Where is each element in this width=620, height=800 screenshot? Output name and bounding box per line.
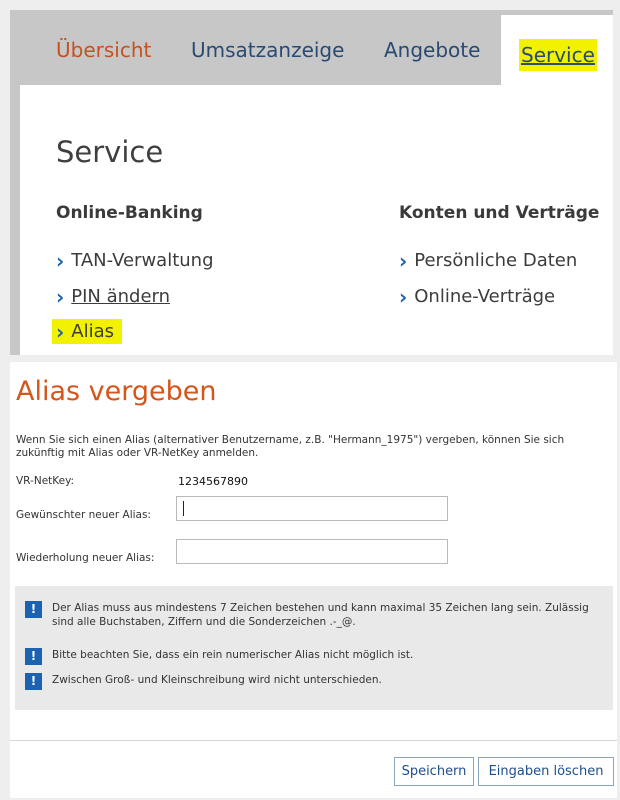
link-label: TAN-Verwaltung bbox=[71, 250, 214, 271]
info-text: Bitte beachten Sie, dass ein rein numeri… bbox=[52, 649, 414, 661]
chevron-right-icon: › bbox=[56, 284, 65, 309]
repeat-alias-label: Wiederholung neuer Alias: bbox=[16, 552, 155, 564]
info-box: ! Der Alias muss aus mindestens 7 Zeiche… bbox=[15, 586, 613, 710]
repeat-alias-input[interactable] bbox=[176, 539, 448, 564]
service-title: Service bbox=[56, 135, 164, 169]
intro-text: Wenn Sie sich einen Alias (alternativer … bbox=[16, 434, 565, 459]
new-alias-label: Gewünschter neuer Alias: bbox=[16, 509, 151, 521]
nav-umsatzanzeige[interactable]: Umsatzanzeige bbox=[191, 38, 344, 62]
konten-vertraege-heading: Konten und Verträge bbox=[399, 203, 600, 223]
netkey-value: 1234567890 bbox=[178, 475, 248, 488]
save-button[interactable]: Speichern bbox=[394, 757, 474, 786]
service-menu: Service Online-Banking › TAN-Verwaltung … bbox=[20, 85, 613, 355]
exclamation-icon: ! bbox=[25, 601, 42, 618]
online-banking-heading: Online-Banking bbox=[56, 203, 203, 223]
nav-service-tab[interactable]: Service bbox=[501, 15, 613, 90]
nav-uebersicht[interactable]: Übersicht bbox=[56, 38, 151, 62]
page-title: Alias vergeben bbox=[16, 376, 217, 407]
link-label: PIN ändern bbox=[71, 286, 171, 307]
link-label: Persönliche Daten bbox=[414, 250, 578, 271]
text-cursor bbox=[183, 501, 184, 516]
link-persoenliche-daten[interactable]: › Persönliche Daten bbox=[399, 250, 577, 271]
alias-form-panel: Alias vergeben Wenn Sie sich einen Alias… bbox=[10, 362, 617, 798]
clear-inputs-button[interactable]: Eingaben löschen bbox=[478, 757, 614, 786]
netkey-label: VR-NetKey: bbox=[16, 475, 75, 487]
top-panel: Übersicht Umsatzanzeige Angebote Service… bbox=[10, 10, 613, 355]
link-alias[interactable]: › Alias bbox=[52, 319, 122, 344]
info-item: ! Der Alias muss aus mindestens 7 Zeiche… bbox=[25, 601, 602, 629]
nav-angebote[interactable]: Angebote bbox=[384, 38, 480, 62]
chevron-right-icon: › bbox=[56, 319, 65, 344]
main-navigation: Übersicht Umsatzanzeige Angebote Service bbox=[10, 10, 613, 90]
info-text: Zwischen Groß- und Kleinschreibung wird … bbox=[52, 674, 382, 686]
chevron-right-icon: › bbox=[56, 248, 65, 273]
exclamation-icon: ! bbox=[25, 648, 42, 665]
chevron-right-icon: › bbox=[399, 284, 408, 309]
link-online-vertraege[interactable]: › Online-Verträge bbox=[399, 286, 555, 307]
info-item: ! Bitte beachten Sie, dass ein rein nume… bbox=[25, 648, 602, 665]
link-label: Online-Verträge bbox=[414, 286, 556, 307]
info-text: Der Alias muss aus mindestens 7 Zeichen … bbox=[52, 602, 589, 628]
link-tan-verwaltung[interactable]: › TAN-Verwaltung bbox=[56, 250, 214, 271]
link-label: Alias bbox=[71, 321, 114, 342]
info-item: ! Zwischen Groß- und Kleinschreibung wir… bbox=[25, 673, 602, 690]
chevron-right-icon: › bbox=[399, 248, 408, 273]
nav-service-label[interactable]: Service bbox=[519, 39, 597, 71]
exclamation-icon: ! bbox=[25, 673, 42, 690]
new-alias-input[interactable] bbox=[176, 496, 448, 521]
divider bbox=[10, 740, 617, 741]
link-pin-aendern[interactable]: › PIN ändern bbox=[56, 286, 170, 307]
